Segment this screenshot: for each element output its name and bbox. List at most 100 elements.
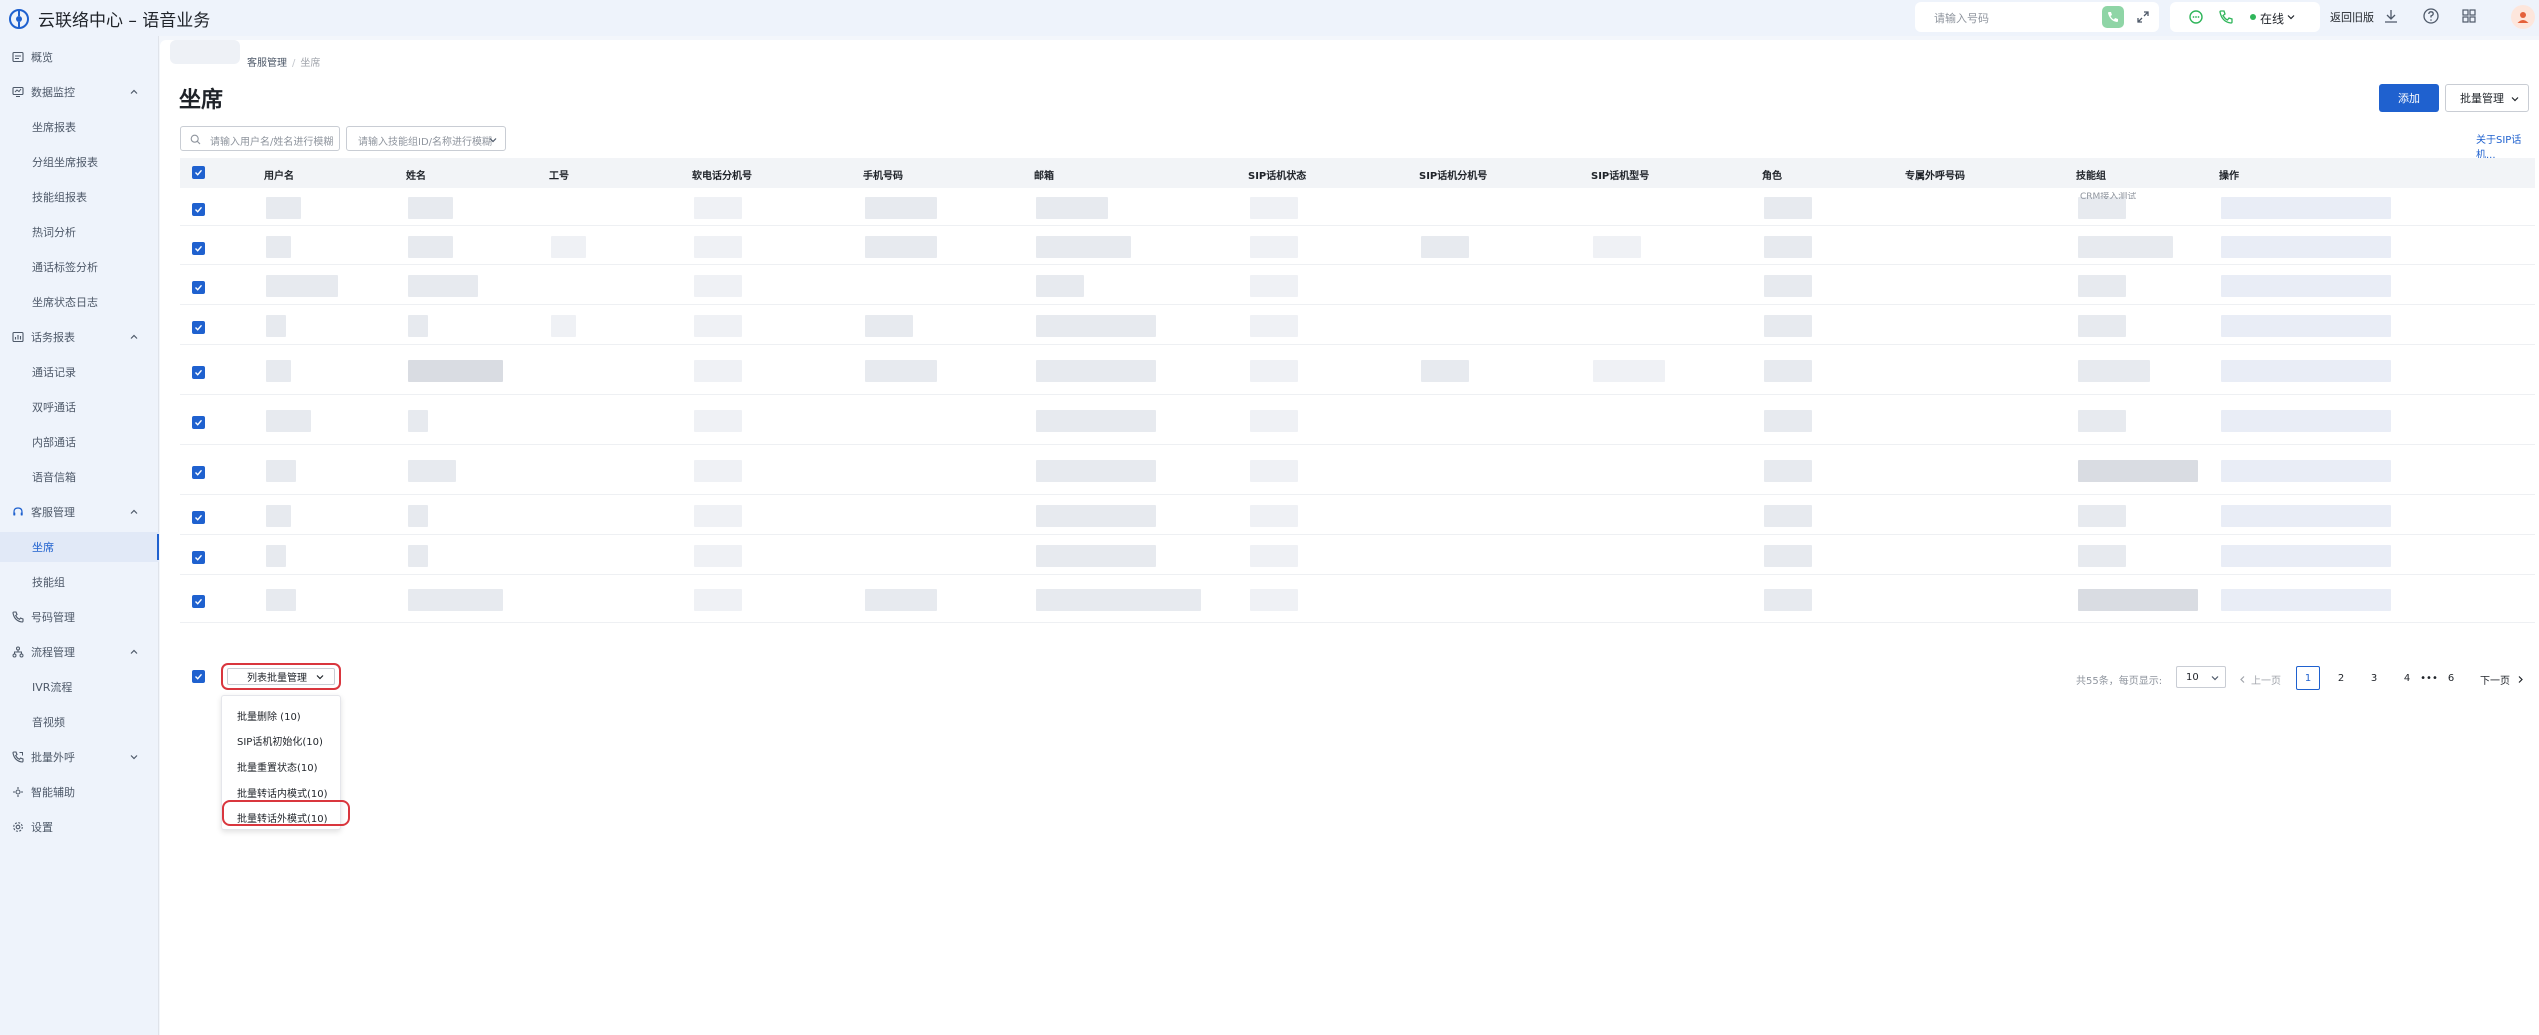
sidebar-item-call-tag-analysis[interactable]: 通话标签分析 [0, 252, 159, 282]
sip-phone-link[interactable]: 关于SIP话机... [2476, 131, 2539, 161]
column-header-skill-group: 技能组 [2076, 171, 2106, 182]
menu-item-reset-status[interactable]: 批量重置状态(10) [237, 759, 318, 774]
sidebar-item-call-records[interactable]: 通话记录 [0, 357, 159, 387]
menu-item-sip-init[interactable]: SIP话机初始化(10) [237, 733, 323, 748]
sidebar-item-skill-group[interactable]: 技能组 [0, 567, 159, 597]
table-row[interactable] [180, 265, 2535, 305]
brand: 云联络中心 – 语音业务 [8, 6, 210, 31]
page-4[interactable]: 4 [2395, 666, 2419, 690]
row-checkbox[interactable] [192, 366, 205, 379]
redacted-cell [266, 236, 291, 258]
batch-manage-button[interactable]: 批量管理 [2445, 84, 2529, 112]
redacted-cell [266, 589, 296, 611]
sidebar-item-traffic-report[interactable]: 话务报表 [0, 322, 159, 352]
row-checkbox[interactable] [192, 321, 205, 334]
sidebar-item-customer-service[interactable]: 客服管理 [0, 497, 159, 527]
row-checkbox[interactable] [192, 242, 205, 255]
table-row[interactable] [180, 305, 2535, 345]
row-checkbox[interactable] [192, 551, 205, 564]
phone-icon[interactable] [2218, 9, 2234, 25]
column-header-role: 角色 [1762, 171, 1782, 182]
row-checkbox[interactable] [192, 203, 205, 216]
dial-box: 请输入号码 [1915, 2, 2159, 32]
expand-icon[interactable] [2135, 9, 2151, 25]
sidebar-item-internal-call[interactable]: 内部通话 [0, 427, 159, 457]
check-icon [195, 419, 203, 426]
sidebar-item-smart-assist[interactable]: 智能辅助 [0, 777, 159, 807]
page-2[interactable]: 2 [2329, 666, 2353, 690]
sidebar-item-audio-video[interactable]: 音视频 [0, 707, 159, 737]
phone-icon [2108, 12, 2118, 22]
table-row[interactable] [180, 535, 2535, 575]
redacted-cell [408, 460, 456, 482]
avatar[interactable] [2511, 5, 2535, 29]
table-row[interactable] [180, 495, 2535, 535]
sidebar-item-flow-management[interactable]: 流程管理 [0, 637, 159, 667]
redacted-cell [1036, 275, 1084, 297]
dial-input[interactable]: 请输入号码 [1934, 10, 1989, 26]
chevron-down-icon[interactable] [2286, 12, 2296, 22]
page-ellipsis[interactable]: ••• [2417, 666, 2441, 690]
row-checkbox[interactable] [192, 511, 205, 524]
sidebar-item-ivr-flow[interactable]: IVR流程 [0, 672, 159, 702]
redacted-cell [551, 236, 586, 258]
call-button[interactable] [2102, 6, 2124, 28]
menu-item-batch-delete[interactable]: 批量删除 (10) [237, 708, 301, 723]
report-icon [12, 331, 24, 343]
row-checkbox[interactable] [192, 466, 205, 479]
redacted-cell [408, 360, 503, 382]
page-1[interactable]: 1 [2296, 666, 2320, 690]
table-row[interactable] [180, 395, 2535, 445]
sidebar-item-batch-outbound[interactable]: 批量外呼 [0, 742, 159, 772]
redacted-cell [1036, 315, 1156, 337]
search-input[interactable]: 请输入用户名/姓名进行模糊 [180, 126, 340, 151]
grid-icon[interactable] [2460, 7, 2478, 25]
redacted-cell [2221, 275, 2391, 297]
prev-page-button[interactable]: 上一页 [2238, 672, 2281, 687]
sidebar-item-agent-status-log[interactable]: 坐席状态日志 [0, 287, 159, 317]
batch-dropdown-menu: 批量删除 (10) SIP话机初始化(10) 批量重置状态(10) 批量转话内模… [221, 695, 350, 830]
sidebar-item-data-monitor[interactable]: 数据监控 [0, 77, 159, 107]
page-size-select[interactable]: 10 [2176, 666, 2226, 688]
sidebar-item-number-management[interactable]: 号码管理 [0, 602, 159, 632]
footer-select-all-checkbox[interactable] [192, 670, 205, 683]
breadcrumb-parent[interactable]: 客服管理 [247, 58, 287, 69]
sidebar-item-hotword-analysis[interactable]: 热词分析 [0, 217, 159, 247]
page-6[interactable]: 6 [2439, 666, 2463, 690]
page-3[interactable]: 3 [2362, 666, 2386, 690]
redacted-cell [2078, 275, 2126, 297]
check-icon [195, 169, 203, 176]
next-page-button[interactable]: 下一页 [2480, 672, 2525, 687]
table-row[interactable] [180, 445, 2535, 495]
row-checkbox[interactable] [192, 416, 205, 429]
row-checkbox[interactable] [192, 595, 205, 608]
download-icon[interactable] [2382, 7, 2400, 25]
chat-icon[interactable] [2188, 9, 2204, 25]
sidebar-item-agent-report[interactable]: 坐席报表 [0, 112, 159, 142]
redacted-cell [408, 197, 453, 219]
table-row[interactable] [180, 188, 2535, 226]
skill-group-select[interactable]: 请输入技能组ID/名称进行模糊 [346, 126, 506, 151]
agent-status-box: 在线 [2170, 2, 2320, 32]
row-checkbox[interactable] [192, 281, 205, 294]
sidebar-item-group-agent-report[interactable]: 分组坐席报表 [0, 147, 159, 177]
menu-item-switch-internal[interactable]: 批量转话内模式(10) [237, 785, 328, 800]
add-button[interactable]: 添加 [2379, 84, 2439, 112]
breadcrumb-home-blurred[interactable] [170, 40, 240, 64]
redacted-cell [1764, 545, 1812, 567]
table-row[interactable] [180, 345, 2535, 395]
select-all-checkbox[interactable] [192, 166, 205, 179]
back-old-version-link[interactable]: 返回旧版 [2330, 9, 2374, 25]
sidebar-item-skill-report[interactable]: 技能组报表 [0, 182, 159, 212]
sidebar-item-settings[interactable]: 设置 [0, 812, 159, 842]
sidebar-item-voicemail[interactable]: 语音信箱 [0, 462, 159, 492]
table-row[interactable] [180, 226, 2535, 265]
list-batch-manage-select[interactable]: 列表批量管理 [227, 668, 335, 685]
sidebar-item-overview[interactable]: 概览 [0, 42, 159, 72]
table-row[interactable] [180, 575, 2535, 623]
skill-group-cell-text: CRM接入测试 [2080, 192, 2137, 199]
status-label[interactable]: 在线 [2260, 10, 2284, 27]
help-icon[interactable] [2422, 7, 2440, 25]
sidebar-item-agent[interactable]: 坐席 [0, 532, 159, 562]
sidebar-item-dual-call[interactable]: 双呼通话 [0, 392, 159, 422]
